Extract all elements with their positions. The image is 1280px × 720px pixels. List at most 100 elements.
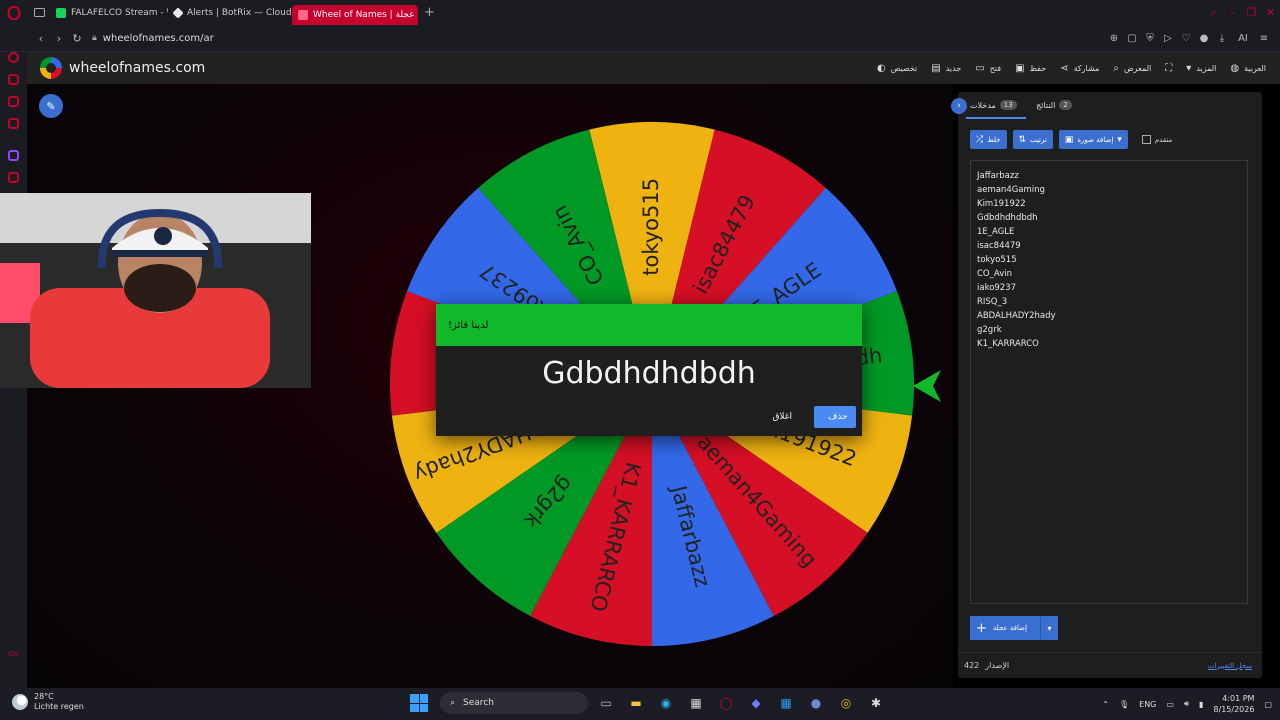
snapshot-icon[interactable]: ▢	[1126, 33, 1138, 44]
file-explorer-icon[interactable]: ▬	[624, 691, 648, 715]
menu-new[interactable]: ▤ جديد	[931, 63, 961, 74]
sidebar-aria-icon[interactable]	[8, 52, 19, 63]
entry-line: isac84479	[977, 241, 1021, 251]
windows-start-icon[interactable]	[410, 694, 428, 712]
minimize-icon[interactable]: –	[1223, 0, 1242, 25]
shuffle-button[interactable]: ⤮ خلط	[970, 130, 1007, 149]
menu-save[interactable]: ▣ حفظ	[1015, 63, 1046, 74]
advanced-toggle[interactable]: متقدم	[1141, 135, 1172, 144]
save-icon: ▣	[1015, 62, 1025, 74]
entry-line: Jaffarbazz	[977, 171, 1019, 181]
taskbar-search[interactable]: ⌕ Search	[440, 692, 588, 714]
dialog-header: لدينا فائز!	[436, 304, 862, 346]
tab-results[interactable]: النتائج 2	[1036, 100, 1072, 110]
panel-tabs: › مدخلات 13 النتائج 2	[951, 92, 1262, 120]
entries-toolbar: ⤮ خلط ⇅ ترتيب ▣ إضافة صورة ▾ متقدم	[970, 130, 1172, 149]
menu-gallery[interactable]: ⌕ المعرض	[1113, 63, 1151, 74]
tab-entries[interactable]: مدخلات 13	[970, 100, 1017, 110]
add-image-button[interactable]: ▣ إضافة صورة ▾	[1058, 130, 1128, 149]
url-field[interactable]: 🔒︎ wheelofnames.com/ar	[92, 33, 214, 44]
tab-label: FALAFELCO Stream - Watc	[71, 7, 168, 18]
browser-tab-bar: FALAFELCO Stream - Watc Alerts | BotRix …	[0, 0, 1280, 25]
remove-button[interactable]: حذف	[814, 406, 856, 428]
media-icon[interactable]: ◆	[744, 691, 768, 715]
new-tab-icon[interactable]: +	[418, 5, 441, 20]
task-view-icon[interactable]: ▭	[594, 691, 618, 715]
menu-open[interactable]: ▭ فتح	[975, 63, 1001, 74]
chrome-icon[interactable]: ◎	[834, 691, 858, 715]
browser-tab[interactable]: FALAFELCO Stream - Watc	[50, 0, 168, 25]
reload-icon[interactable]: ↻	[68, 25, 86, 52]
dialog-title: لدينا فائز!	[448, 319, 489, 331]
ai-icon[interactable]: AI	[1234, 33, 1252, 44]
back-icon[interactable]: ‹	[32, 25, 50, 52]
heart-icon[interactable]: ♡	[1180, 33, 1192, 44]
language-indicator[interactable]: ENG	[1139, 700, 1156, 709]
adblock-icon[interactable]: ⛨	[1144, 33, 1156, 44]
collapse-panel-icon[interactable]: ›	[951, 98, 967, 114]
entries-panel: › مدخلات 13 النتائج 2 ⤮ خلط ⇅ ترتيب ▣ إضافة…	[951, 92, 1262, 678]
edge-icon[interactable]: ◉	[654, 691, 678, 715]
search-tabs-icon[interactable]: ⌕	[1204, 0, 1223, 25]
workspaces-icon[interactable]	[28, 0, 50, 25]
entry-line: aeman4Gaming	[977, 185, 1045, 195]
grid-app-icon[interactable]: ▦	[774, 691, 798, 715]
wheel-logo-icon[interactable]	[40, 57, 62, 79]
panel-footer: 422 الإصدار سجل التغييرات	[958, 652, 1262, 678]
store-icon[interactable]: ▦	[684, 691, 708, 715]
sidebar-inbox-icon[interactable]	[8, 96, 19, 107]
winner-dialog: لدينا فائز! Gdbdhdhdbdh اغلاق حذف	[436, 304, 862, 436]
add-wheel-button[interactable]: + إضافة عجلة	[970, 616, 1040, 640]
browser-tab-active[interactable]: Wheel of Names | عجلة	[292, 5, 418, 25]
date: 8/15/2026	[1213, 705, 1255, 714]
opera-gx-icon[interactable]: ◯	[714, 691, 738, 715]
forward-icon[interactable]: ›	[50, 25, 68, 52]
sidebar-discount-icon[interactable]	[8, 172, 19, 183]
sidebar-gx-icon[interactable]: GX	[8, 650, 18, 658]
sidebar-twitch-icon[interactable]	[8, 150, 19, 161]
battery-icon[interactable]: ▮	[1199, 700, 1203, 709]
opera-logo-icon[interactable]	[0, 0, 28, 25]
site-title[interactable]: wheelofnames.com	[69, 60, 205, 76]
microphone-icon[interactable]: 🎙︎	[1119, 700, 1129, 709]
webcam-overlay	[0, 193, 311, 388]
sidebar-music-icon[interactable]	[8, 118, 19, 129]
menu-share[interactable]: ⋖ مشاركة	[1060, 63, 1099, 74]
menu-language[interactable]: ◍ العربية	[1230, 63, 1266, 74]
chevron-up-icon[interactable]: ⌃	[1102, 700, 1109, 709]
menu-icon[interactable]: ≡	[1258, 33, 1270, 44]
menu-fullscreen[interactable]: ⛶	[1165, 63, 1172, 74]
edit-pencil-icon[interactable]: ✎	[39, 94, 63, 118]
maximize-icon[interactable]: ❐	[1242, 0, 1261, 25]
volume-icon[interactable]: 🔊︎	[1184, 699, 1189, 709]
notifications-icon[interactable]: ▢	[1264, 700, 1272, 709]
add-wheel-dropdown[interactable]: ▾	[1040, 616, 1058, 640]
advanced-checkbox[interactable]	[1141, 135, 1151, 144]
share-icon: ⋖	[1060, 62, 1069, 74]
entry-line: g2grk	[977, 325, 1002, 335]
sort-button[interactable]: ⇅ ترتيب	[1012, 130, 1053, 149]
new-file-icon: ▤	[931, 62, 941, 74]
menu-more[interactable]: ▾ المزيد	[1186, 63, 1216, 74]
sidebar-messenger-icon[interactable]	[8, 74, 19, 85]
menu-customize[interactable]: ◐ تخصيص	[877, 63, 917, 74]
image-icon: ▣	[1064, 134, 1074, 145]
weather-widget[interactable]: 28°C Lichte regen	[12, 692, 84, 712]
network-icon[interactable]: ▭	[1166, 700, 1174, 709]
bookmark-add-icon[interactable]: ⊕	[1108, 33, 1120, 44]
changelog-link[interactable]: سجل التغييرات	[1208, 662, 1252, 670]
clock[interactable]: 4:01 PM 8/15/2026	[1213, 693, 1254, 715]
discord-icon[interactable]: ●	[804, 691, 828, 715]
app-icon[interactable]: ✱	[864, 691, 888, 715]
sort-icon: ⇅	[1018, 134, 1027, 145]
player-icon[interactable]: ▷	[1162, 33, 1174, 44]
time: 4:01 PM	[1222, 694, 1255, 703]
close-icon[interactable]: ✕	[1261, 0, 1280, 25]
close-button[interactable]: اغلاق	[764, 408, 800, 426]
download-icon[interactable]: ⤓	[1216, 33, 1228, 44]
browser-tab[interactable]: Alerts | BotRix — Cloud St	[168, 0, 292, 25]
palette-icon: ◐	[876, 62, 886, 74]
profile-icon[interactable]: ●	[1198, 33, 1210, 44]
tab-label: Wheel of Names | عجلة	[313, 10, 415, 20]
entries-textarea[interactable]: Jaffarbazz aeman4Gaming Kim191922 Gdbdhdhdb…	[970, 160, 1248, 604]
